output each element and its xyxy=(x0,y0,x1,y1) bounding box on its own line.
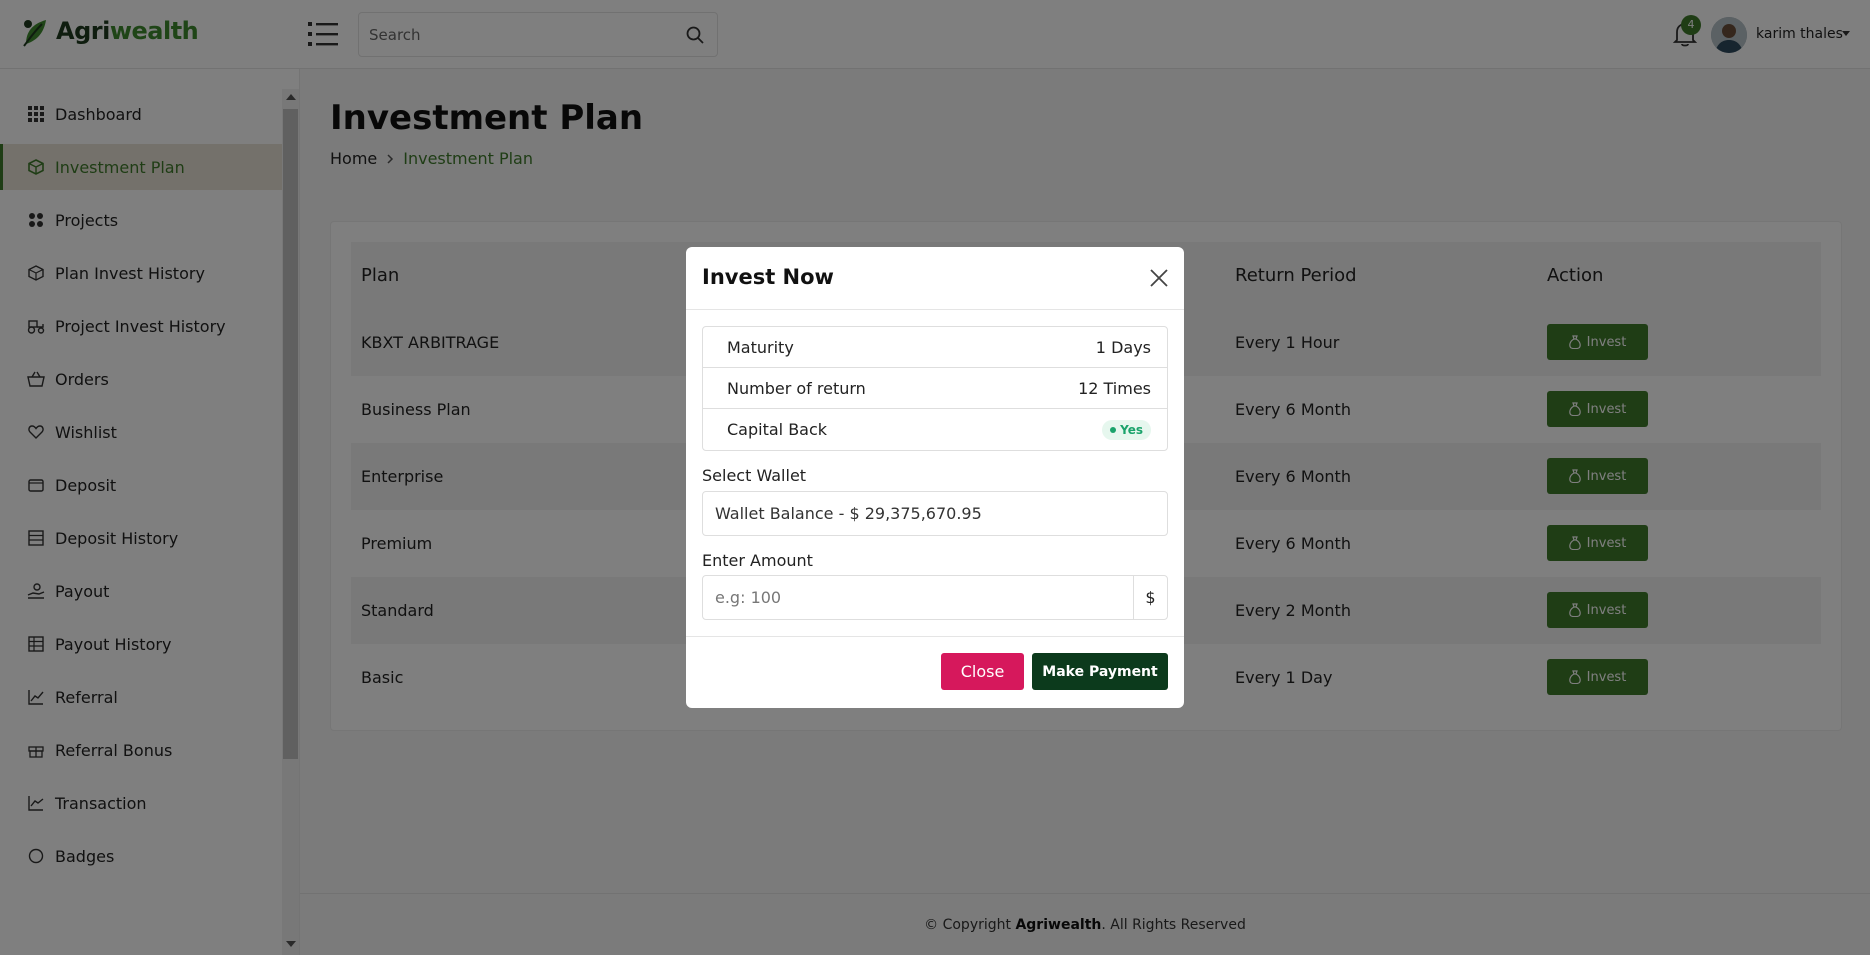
close-button[interactable]: Close xyxy=(941,653,1024,690)
amount-input[interactable] xyxy=(703,576,1133,619)
maturity-value: 1 Days xyxy=(1095,338,1151,357)
modal-header: Invest Now xyxy=(686,247,1184,310)
currency-addon: $ xyxy=(1133,576,1167,619)
wallet-select[interactable]: Wallet Balance - $ 29,375,670.95 xyxy=(702,491,1168,536)
info-row-returns: Number of return 12 Times xyxy=(703,368,1167,409)
returns-value: 12 Times xyxy=(1078,379,1151,398)
maturity-label: Maturity xyxy=(727,338,794,357)
info-row-maturity: Maturity 1 Days xyxy=(703,327,1167,368)
select-wallet-label: Select Wallet xyxy=(702,466,807,485)
returns-label: Number of return xyxy=(727,379,866,398)
make-payment-button[interactable]: Make Payment xyxy=(1032,653,1168,690)
modal-footer: Close Make Payment xyxy=(686,636,1184,708)
info-row-capital-back: Capital Back Yes xyxy=(703,409,1167,450)
enter-amount-label: Enter Amount xyxy=(702,551,813,570)
status-badge: Yes xyxy=(1102,420,1151,440)
invest-now-modal: Invest Now Maturity 1 Days Number of ret… xyxy=(686,247,1184,708)
close-icon[interactable] xyxy=(1148,267,1170,289)
capital-back-label: Capital Back xyxy=(727,420,828,439)
amount-input-group: $ xyxy=(702,575,1168,620)
modal-title: Invest Now xyxy=(702,265,834,289)
plan-info-list: Maturity 1 Days Number of return 12 Time… xyxy=(702,326,1168,451)
